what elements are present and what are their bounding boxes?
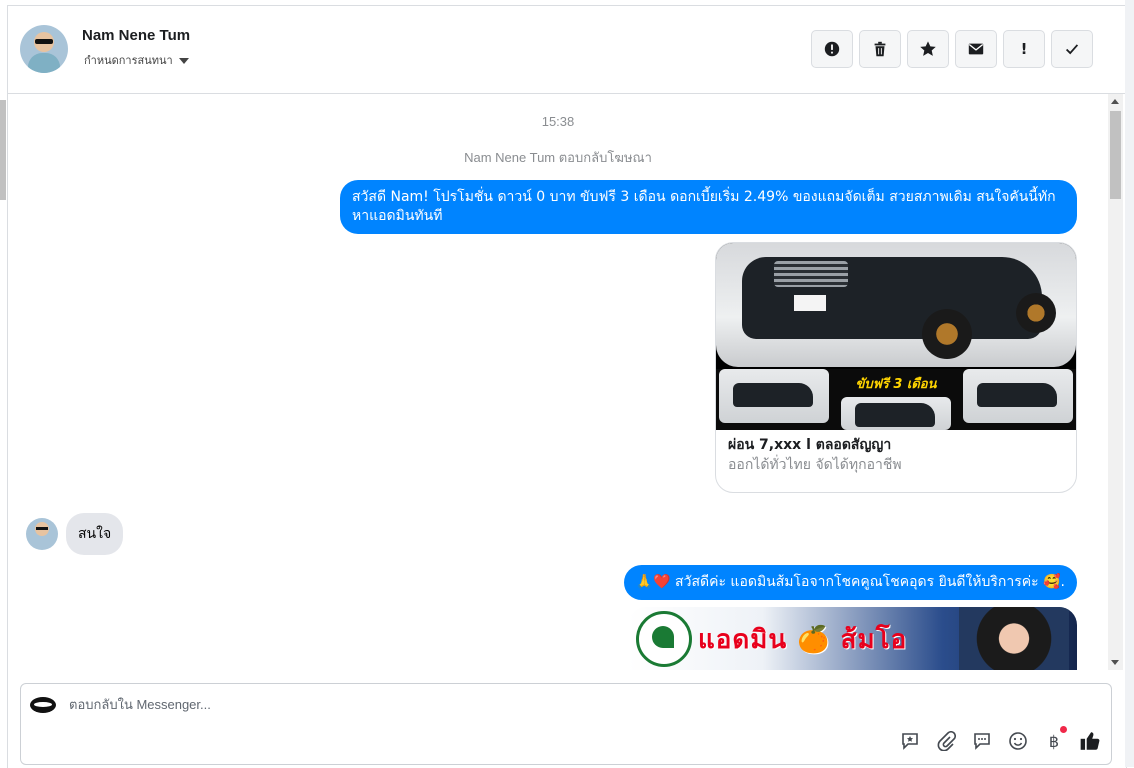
admin-promo-image[interactable]: แอดมิน 🍊 ส้มโอ <box>628 607 1077 670</box>
report-spam-button[interactable] <box>811 30 853 68</box>
attachment-button[interactable] <box>935 730 957 752</box>
contact-name[interactable]: Nam Nene Tum <box>82 27 190 44</box>
chat-icon <box>974 733 990 750</box>
reply-input[interactable] <box>67 696 771 713</box>
like-button[interactable] <box>1079 730 1101 752</box>
star-button[interactable] <box>907 30 949 68</box>
ad-card[interactable]: ขับฟรี 3 เดือน ผ่อน 7,xxx l ตลอดสัญญา ออ… <box>715 242 1077 493</box>
alert-circle-icon <box>824 41 840 57</box>
admin-promo-title: แอดมิน 🍊 ส้มโอ <box>698 625 908 655</box>
message-timestamp: 15:38 <box>541 114 575 129</box>
ad-promo-text: ขับฟรี 3 เดือน <box>855 377 937 392</box>
chat-button[interactable] <box>971 730 993 752</box>
left-scroll-edge[interactable] <box>0 100 6 200</box>
attachment-icon <box>937 731 956 751</box>
mark-unread-button[interactable] <box>955 30 997 68</box>
exclamation-icon: ! <box>1020 40 1028 58</box>
contact-avatar-small <box>26 518 58 550</box>
payment-button[interactable]: ฿ <box>1043 726 1067 752</box>
check-icon <box>1065 44 1079 55</box>
emoji-button[interactable] <box>1007 730 1029 752</box>
ad-card-image: ขับฟรี 3 เดือน <box>716 243 1076 430</box>
truck-photo <box>716 243 1076 367</box>
scroll-up-icon[interactable] <box>1111 99 1119 104</box>
outgoing-message[interactable]: 🙏❤️ สวัสดีค่ะ แอดมินส้มโอจากโชคคูณโชคอุด… <box>623 565 1077 600</box>
trash-icon <box>874 41 886 57</box>
mark-done-button[interactable] <box>1051 30 1093 68</box>
page-gutter <box>1125 0 1134 767</box>
admin-photo <box>959 607 1069 670</box>
header-actions: ! <box>811 30 1093 68</box>
saved-reply-icon <box>902 733 918 750</box>
ad-reply-note: Nam Nene Tum ตอบกลับโฆษณา <box>464 150 652 165</box>
emoji-icon <box>1009 732 1027 750</box>
like-icon <box>1080 732 1100 750</box>
thread-scrollbar[interactable] <box>1108 94 1123 670</box>
outgoing-message[interactable]: สวัสดี Nam! โปรโมชั่น ดาวน์ 0 บาท ขับฟรี… <box>340 180 1077 234</box>
page-logo <box>30 697 56 713</box>
ad-card-subtitle: ออกได้ทั่วไทย จัดได้ทุกอาชีพ <box>728 457 902 473</box>
ad-banner: ขับฟรี 3 เดือน <box>716 369 1076 430</box>
dealer-logo <box>636 611 692 667</box>
conversation-header: Nam Nene Tum กำหนดการสนทนา ! <box>8 6 1125 94</box>
envelope-icon <box>968 43 984 55</box>
delete-button[interactable] <box>859 30 901 68</box>
status-label: กำหนดการสนทนา <box>84 54 173 67</box>
caret-down-icon <box>178 58 189 64</box>
composer-tools: ฿ <box>899 726 1101 752</box>
important-button[interactable]: ! <box>1003 30 1045 68</box>
conversation-status-dropdown[interactable]: กำหนดการสนทนา <box>84 51 189 69</box>
saved-reply-button[interactable] <box>899 730 921 752</box>
contact-avatar[interactable] <box>20 25 68 73</box>
scroll-down-icon[interactable] <box>1111 660 1119 665</box>
ad-card-title: ผ่อน 7,xxx l ตลอดสัญญา <box>728 437 892 453</box>
scroll-thumb[interactable] <box>1110 111 1121 199</box>
baht-payment-icon: ฿ <box>1048 731 1060 751</box>
reply-composer: ฿ <box>20 683 1112 765</box>
incoming-message[interactable]: สนใจ <box>66 513 124 555</box>
star-icon <box>920 41 936 56</box>
notification-dot <box>1060 726 1067 733</box>
message-thread[interactable]: 15:38 Nam Nene Tum ตอบกลับโฆษณา สวัสดี N… <box>8 94 1108 670</box>
